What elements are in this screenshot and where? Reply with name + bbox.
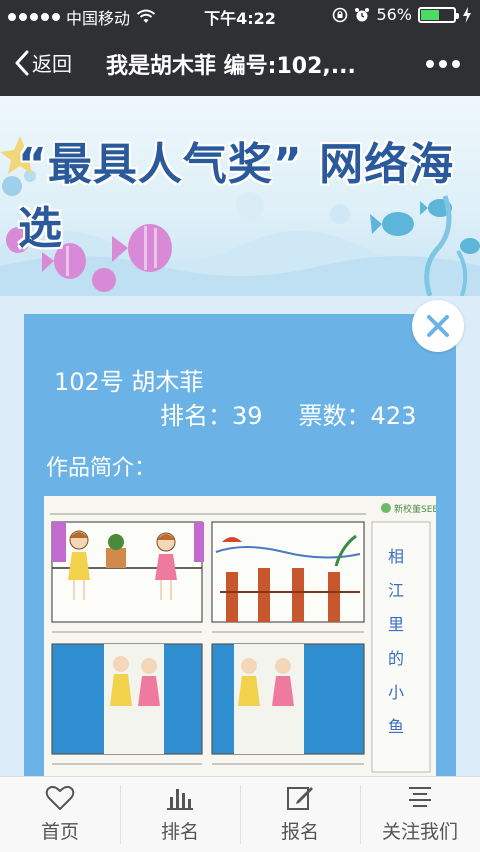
bottom-tab-bar: 首页 排名 报名 关注我们 — [0, 776, 480, 852]
votes-text: 票数：423 — [298, 402, 417, 430]
entry-name: 102号 胡木菲 — [54, 368, 204, 396]
menu-icon — [409, 787, 431, 807]
tab-ranking-label: 排名 — [160, 821, 199, 843]
banner-title: “最具人气奖” 网络海选 — [18, 139, 455, 254]
artwork-drawing — [44, 496, 436, 778]
charging-icon — [463, 6, 471, 23]
artwork-side-title: 相江里的小鱼 — [388, 547, 405, 736]
battery-icon — [418, 6, 459, 23]
alarm-icon — [355, 7, 370, 21]
tab-home[interactable]: 首页 — [0, 777, 120, 852]
close-button[interactable] — [412, 300, 464, 352]
banner-image: “最具人气奖” 网络海选 — [0, 96, 480, 296]
intro-label: 作品简介： — [46, 456, 157, 481]
battery-percent: 56% — [376, 5, 412, 24]
more-button[interactable] — [426, 60, 460, 68]
artwork-image[interactable]: 新校董SEE 相江里的小鱼 — [44, 496, 436, 778]
tab-signup-label: 报名 — [280, 821, 319, 843]
chevron-left-icon — [15, 50, 29, 75]
rank-text: 排名：39 — [160, 402, 263, 430]
close-icon — [427, 315, 449, 337]
heart-icon — [45, 785, 75, 810]
tab-follow-label: 关注我们 — [381, 821, 458, 843]
tab-home-label: 首页 — [40, 821, 79, 843]
page-title: 我是胡木菲 编号:102,... — [106, 54, 356, 79]
back-label: 返回 — [32, 52, 72, 76]
navigation-bar: 返回 我是胡木菲 编号:102,... — [0, 30, 480, 96]
bar-chart-icon — [167, 789, 193, 810]
artwork-logo: 新校董SEE — [394, 505, 436, 515]
edit-icon — [287, 787, 313, 810]
status-right: 56% — [332, 5, 472, 24]
orientation-lock-icon — [333, 7, 348, 22]
tab-ranking[interactable]: 排名 — [120, 777, 240, 852]
entry-stats: 排名：39 票数：423 — [160, 396, 452, 431]
tab-follow[interactable]: 关注我们 — [360, 777, 480, 852]
status-bar: 中国移动 下午4:22 56% — [0, 0, 480, 30]
tab-signup[interactable]: 报名 — [240, 777, 360, 852]
back-button[interactable]: 返回 — [14, 48, 72, 77]
